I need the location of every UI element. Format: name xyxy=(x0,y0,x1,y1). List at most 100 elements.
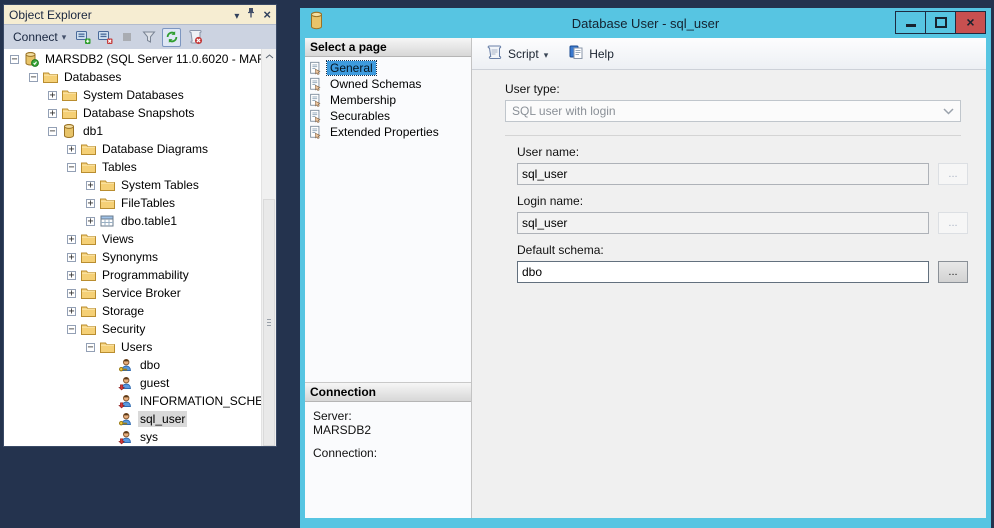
minus-expander-icon[interactable]: − xyxy=(86,343,95,352)
tree-item-database-snapshots[interactable]: + Database Snapshots xyxy=(4,104,261,122)
database-icon xyxy=(61,123,77,139)
script-button[interactable]: Script xyxy=(482,43,551,65)
tree-item-marsdb2-sql-server-11-0-6020-marsd[interactable]: − MARSDB2 (SQL Server 11.0.6020 - MARSD xyxy=(4,50,261,68)
pin-icon[interactable] xyxy=(246,7,256,22)
folder-icon xyxy=(80,231,96,247)
disconnect-server-icon[interactable] xyxy=(96,29,113,46)
tree-item-filetables[interactable]: +FileTables xyxy=(4,194,261,212)
close-button[interactable] xyxy=(956,12,985,33)
plus-expander-icon[interactable]: + xyxy=(48,91,57,100)
page-icon xyxy=(308,93,324,107)
tree-item-sys[interactable]: sys xyxy=(4,428,261,446)
tree-item-programmability[interactable]: + Programmability xyxy=(4,266,261,284)
object-explorer-panel: Object Explorer × Connect xyxy=(3,4,277,447)
minimize-button[interactable] xyxy=(896,12,925,33)
tree-item-label: sys xyxy=(138,429,160,445)
plus-expander-icon[interactable]: + xyxy=(67,253,76,262)
page-item-membership[interactable]: Membership xyxy=(305,92,471,108)
tree-item-label: Synonyms xyxy=(100,249,160,265)
tree-item-users[interactable]: − Users xyxy=(4,338,261,356)
user-deny-icon xyxy=(118,429,134,445)
folder-icon xyxy=(61,87,77,103)
plus-expander-icon[interactable]: + xyxy=(67,307,76,316)
refresh-icon[interactable] xyxy=(162,28,181,47)
chevron-down-icon xyxy=(943,104,954,118)
minus-expander-icon[interactable]: − xyxy=(29,73,38,82)
connection-section: Connection Server: MARSDB2 Connection: xyxy=(305,382,471,467)
tree-item-label: sql_user xyxy=(138,411,187,427)
tree-item-label: Views xyxy=(100,231,136,247)
connect-server-icon[interactable] xyxy=(74,29,91,46)
tree-item-views[interactable]: + Views xyxy=(4,230,261,248)
tree-item-database-diagrams[interactable]: + Database Diagrams xyxy=(4,140,261,158)
default-schema-input[interactable] xyxy=(517,261,929,283)
tree-item-dbo-table1[interactable]: +dbo.table1 xyxy=(4,212,261,230)
tree-item-security[interactable]: −Security xyxy=(4,320,261,338)
tree-item-system-databases[interactable]: + System Databases xyxy=(4,86,261,104)
plus-expander-icon[interactable]: + xyxy=(67,271,76,280)
chevron-down-icon[interactable] xyxy=(544,47,549,61)
tree-item-storage[interactable]: +Storage xyxy=(4,302,261,320)
tree-item-synonyms[interactable]: + Synonyms xyxy=(4,248,261,266)
tree-item-label: MARSDB2 (SQL Server 11.0.6020 - MARSD xyxy=(43,51,261,67)
filter-icon[interactable] xyxy=(140,29,157,46)
minus-expander-icon[interactable]: − xyxy=(67,325,76,334)
tree-item-system-tables[interactable]: +System Tables xyxy=(4,176,261,194)
page-icon xyxy=(308,125,324,139)
user-type-value: SQL user with login xyxy=(512,104,616,118)
page-item-general[interactable]: General xyxy=(305,60,471,76)
window-buttons xyxy=(895,11,986,34)
tree-item-db1[interactable]: −db1 xyxy=(4,122,261,140)
page-item-extended-properties[interactable]: Extended Properties xyxy=(305,124,471,140)
page-item-owned-schemas[interactable]: Owned Schemas xyxy=(305,76,471,92)
page-item-securables[interactable]: Securables xyxy=(305,108,471,124)
tree-scrollbar[interactable] xyxy=(261,49,276,446)
tree-item-label: System Databases xyxy=(81,87,186,103)
plus-expander-icon[interactable]: + xyxy=(67,289,76,298)
object-explorer-tree: −MARSDB2 (SQL Server 11.0.6020 - MARSD−D… xyxy=(4,50,261,446)
plus-expander-icon[interactable]: + xyxy=(48,109,57,118)
minus-expander-icon[interactable]: − xyxy=(67,163,76,172)
tree-item-databases[interactable]: −Databases xyxy=(4,68,261,86)
user-type-select: SQL user with login xyxy=(505,100,961,122)
tree-item-label: Programmability xyxy=(100,267,191,283)
tree-item-sql-user[interactable]: sql_user xyxy=(4,410,261,428)
tree-item-label: Database Snapshots xyxy=(81,105,196,121)
plus-expander-icon[interactable]: + xyxy=(67,145,76,154)
plus-expander-icon[interactable]: + xyxy=(67,235,76,244)
minus-expander-icon[interactable]: − xyxy=(48,127,57,136)
default-schema-browse-button[interactable]: ... xyxy=(938,261,968,283)
folder-icon xyxy=(99,339,115,355)
tree-item-guest[interactable]: guest xyxy=(4,374,261,392)
minus-expander-icon[interactable]: − xyxy=(10,55,19,64)
tree-item-label: Users xyxy=(119,339,154,355)
tree-item-label: Database Diagrams xyxy=(100,141,210,157)
connect-button[interactable]: Connect xyxy=(10,28,69,46)
object-explorer-toolbar: Connect xyxy=(4,24,276,49)
plus-expander-icon[interactable]: + xyxy=(86,181,95,190)
help-button[interactable]: Help xyxy=(565,42,617,65)
folder-icon xyxy=(80,267,96,283)
script-label: Script xyxy=(508,47,539,61)
plus-expander-icon[interactable]: + xyxy=(86,199,95,208)
tree-item-dbo[interactable]: dbo xyxy=(4,356,261,374)
login-name-input xyxy=(517,212,929,234)
folder-icon xyxy=(80,303,96,319)
page-icon xyxy=(308,61,324,75)
plus-expander-icon[interactable]: + xyxy=(86,217,95,226)
scroll-up-icon[interactable] xyxy=(262,49,276,64)
scrollbar-thumb[interactable] xyxy=(263,199,275,446)
maximize-button[interactable] xyxy=(926,12,955,33)
server-icon xyxy=(23,51,39,67)
tree-item-tables[interactable]: − Tables xyxy=(4,158,261,176)
tree-item-label: Tables xyxy=(100,159,139,175)
connect-label: Connect xyxy=(13,30,58,44)
tree-item-service-broker[interactable]: +Service Broker xyxy=(4,284,261,302)
general-page-form: User type: SQL user with login User name… xyxy=(472,70,986,292)
tree-item-information-schema[interactable]: INFORMATION_SCHEMA xyxy=(4,392,261,410)
window-position-icon[interactable] xyxy=(234,8,239,22)
stop-icon xyxy=(118,29,135,46)
dialog-titlebar[interactable]: Database User - sql_user xyxy=(305,8,986,38)
close-icon[interactable]: × xyxy=(263,8,271,21)
folder-icon xyxy=(80,321,96,337)
